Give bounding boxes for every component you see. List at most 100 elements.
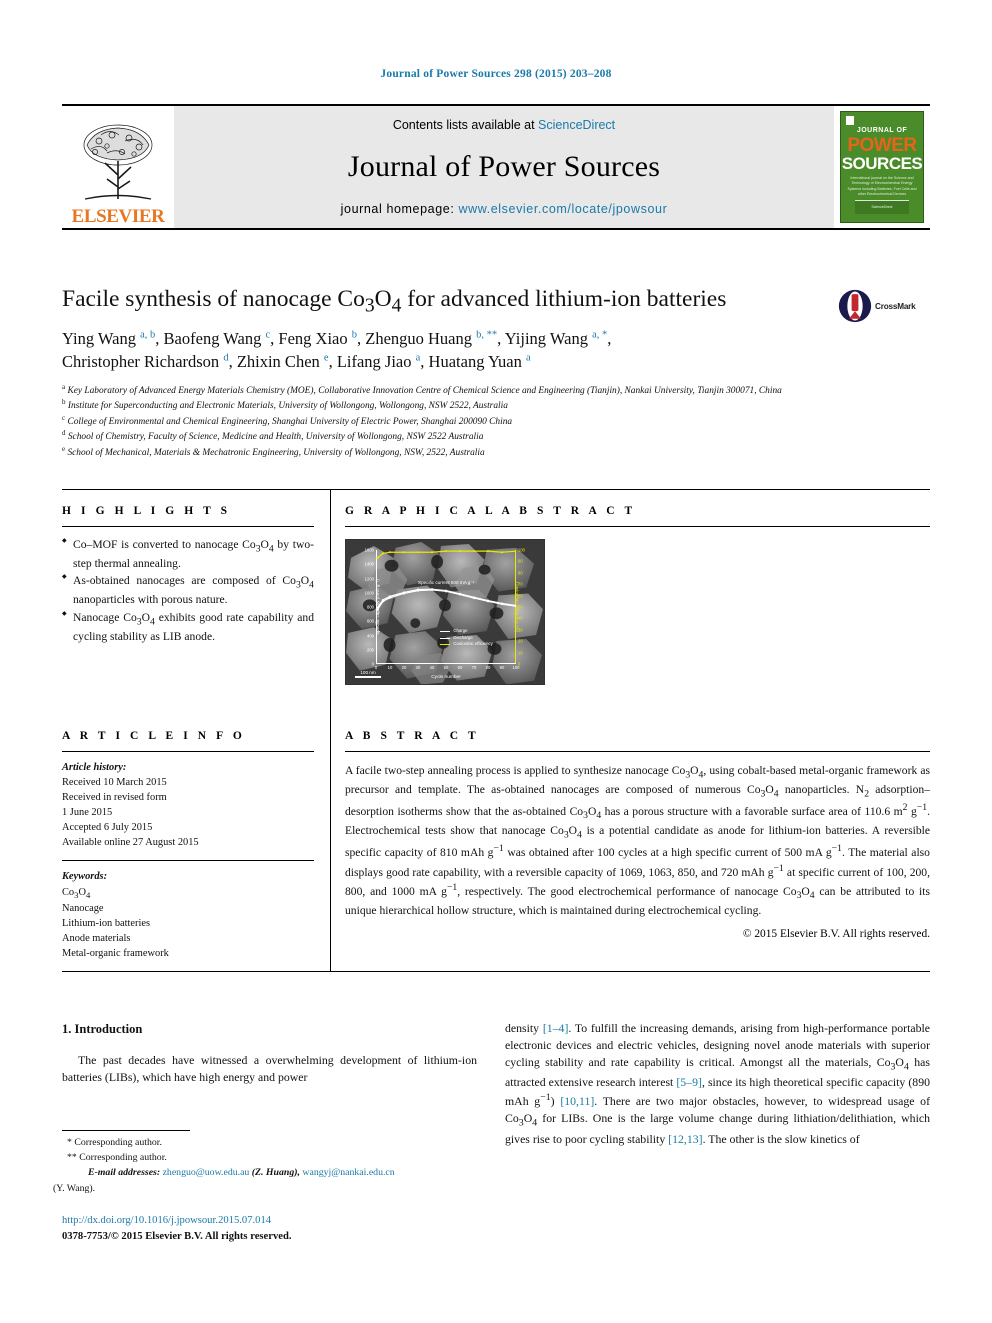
plot-x-axis-label: Cycle number	[431, 675, 461, 680]
article-history-label: Article history:	[62, 762, 127, 773]
history-revised-date: 1 June 2015	[62, 807, 113, 819]
plot-series-marker	[376, 556, 379, 560]
plot-x-tick: 80	[485, 665, 491, 670]
corresponding-author-2: ** Corresponding author.	[67, 1152, 167, 1164]
plot-y2-tick: 30	[518, 627, 523, 633]
plot-x-tick: 90	[499, 665, 505, 670]
highlights-rule	[62, 526, 314, 527]
plot-x-tick: 60	[457, 665, 463, 670]
history-received: Received 10 March 2015	[62, 777, 167, 789]
plot-series-marker	[430, 588, 434, 591]
article-info-heading: A R T I C L E I N F O	[62, 730, 246, 742]
plot-series-marker	[388, 595, 392, 598]
plot-x-tick: 30	[415, 665, 421, 670]
history-accepted: Accepted 6 July 2015	[62, 822, 153, 834]
cover-line-sources: SOURCES	[841, 154, 923, 173]
introduction-paragraph-left: The past decades have witnessed a overwh…	[62, 1053, 477, 1084]
plot-series-marker	[402, 591, 406, 594]
scale-bar-label: 100 nm	[360, 670, 376, 675]
legend-label-discharge: Discharge	[453, 634, 473, 640]
plot-series-marker	[514, 550, 516, 553]
plot-y2-tick: 60	[518, 593, 523, 599]
email-link-wang[interactable]: wangyj@nankai.edu.cn	[302, 1167, 394, 1178]
keyword-item: Nanocage	[62, 903, 104, 915]
plot-x-tick: 40	[429, 665, 435, 670]
email-addresses-line: E-mail addresses: zhenguo@uow.edu.au (Z.…	[62, 1166, 477, 1180]
title-block: Facile synthesis of nanocage Co3O4 for a…	[62, 286, 930, 460]
masthead-center: Contents lists available at ScienceDirec…	[174, 106, 834, 228]
keyword-item: Co3O4	[62, 886, 91, 900]
introduction-heading: 1. Introduction	[62, 1022, 143, 1036]
plot-series-line	[377, 551, 516, 558]
plot-x-tick: 10	[387, 665, 393, 670]
affiliation-a: a Key Laboratory of Advanced Energy Mate…	[62, 382, 782, 396]
author-line-2: Christopher Richardson d, Zhixin Chen e,…	[62, 351, 531, 371]
graphical-abstract-figure: Specific capacity (mAh g⁻¹) Coulombic ef…	[345, 539, 545, 685]
crossmark-icon	[838, 289, 872, 323]
sciencedirect-link[interactable]: ScienceDirect	[538, 118, 615, 132]
paper-title: Facile synthesis of nanocage Co3O4 for a…	[62, 286, 727, 317]
crossmark-label: CrossMark	[875, 301, 916, 311]
email-label: E-mail addresses:	[88, 1167, 161, 1179]
plot-y-tick: 1000	[364, 590, 374, 596]
plot-series-marker	[381, 598, 385, 601]
plot-y2-tick: 80	[518, 570, 523, 576]
highlight-item: Nanocage Co3O4 exhibits good rate capabi…	[62, 610, 314, 644]
introduction-paragraph-right: density [1–4]. To fulfill the increasing…	[505, 1021, 930, 1146]
journal-cover-thumbnail: JOURNAL OF POWER SOURCES International j…	[834, 106, 930, 228]
legend-swatch-charge	[440, 630, 451, 632]
legend-entry-discharge: Discharge	[440, 635, 492, 642]
affiliation-d: d School of Chemistry, Faculty of Scienc…	[62, 429, 484, 443]
plot-y-tick: 1600	[364, 547, 374, 553]
abstract-text: A facile two-step annealing process is a…	[345, 764, 931, 918]
history-revised-label: Received in revised form	[62, 792, 167, 804]
plot-x-tick: 100	[512, 665, 520, 670]
plot-legend: Charge Discharge Coulombic efficiency	[440, 628, 493, 648]
plot-y2-tick: 20	[518, 638, 523, 644]
plot-series-marker	[486, 550, 490, 553]
legend-swatch-discharge	[440, 637, 451, 639]
abstract-rule	[345, 751, 930, 752]
keywords-block: Keywords: Co3O4 Nanocage Lithium-ion bat…	[62, 869, 314, 961]
introduction-column-right: density [1–4]. To fulfill the increasing…	[505, 1020, 930, 1148]
cover-line-journal-of: JOURNAL OF	[856, 127, 908, 134]
introduction-column-left: 1. Introduction The past decades have wi…	[62, 1020, 477, 1086]
highlights-heading: H I G H L I G H T S	[62, 505, 231, 517]
elsevier-tree-icon	[83, 124, 153, 200]
article-info-section: A R T I C L E I N F O Article history: R…	[62, 730, 314, 962]
cover-line-power: POWER	[847, 135, 917, 156]
elsevier-wordmark: ELSEVIER	[71, 206, 165, 227]
keywords-rule	[62, 860, 314, 862]
column-divider	[330, 489, 331, 971]
contents-available-line: Contents lists available at ScienceDirec…	[393, 118, 615, 132]
crossmark-badge[interactable]: CrossMark	[838, 286, 930, 326]
author-list: Ying Wang a, b, Baofeng Wang c, Feng Xia…	[62, 328, 862, 374]
plot-y-tick: 600	[367, 618, 374, 624]
plot-series-marker	[416, 551, 420, 554]
keyword-item: Metal-organic framework	[62, 948, 169, 960]
journal-homepage-link[interactable]: www.elsevier.com/locate/jpowsour	[458, 202, 667, 216]
plot-y2-tick: 10	[518, 650, 523, 656]
affiliation-c: c College of Environmental and Chemical …	[62, 413, 513, 427]
footnote-rule	[62, 1130, 190, 1131]
abstract-section: A B S T R A C T A facile two-step anneal…	[345, 730, 930, 940]
plot-series-marker	[416, 588, 420, 591]
plot-y-tick: 400	[367, 633, 374, 638]
plot-series-marker	[376, 606, 379, 609]
plot-x-tick: 70	[471, 665, 477, 670]
plot-series-marker	[402, 551, 406, 554]
plot-y-tick: 1400	[364, 561, 374, 567]
keywords-label: Keywords:	[62, 871, 108, 883]
plot-y-tick: 0	[371, 661, 374, 667]
plot-y2-tick: 40	[518, 615, 523, 621]
journal-masthead: ELSEVIER Contents lists available at Sci…	[62, 104, 930, 230]
email-owner-wang: (Y. Wang).	[53, 1182, 96, 1194]
author-line-1: Ying Wang a, b, Baofeng Wang c, Feng Xia…	[62, 329, 612, 349]
article-info-rule	[62, 751, 314, 752]
highlight-item: As-obtained nanocages are composed of Co…	[62, 573, 314, 607]
divider-above-highlights	[62, 489, 930, 490]
cover-image: JOURNAL OF POWER SOURCES International j…	[840, 111, 924, 223]
journal-homepage-line: journal homepage: www.elsevier.com/locat…	[341, 202, 668, 216]
email-link-huang[interactable]: zhenguo@uow.edu.au	[163, 1167, 250, 1178]
doi-link[interactable]: http://dx.doi.org/10.1016/j.jpowsour.201…	[62, 1213, 482, 1229]
